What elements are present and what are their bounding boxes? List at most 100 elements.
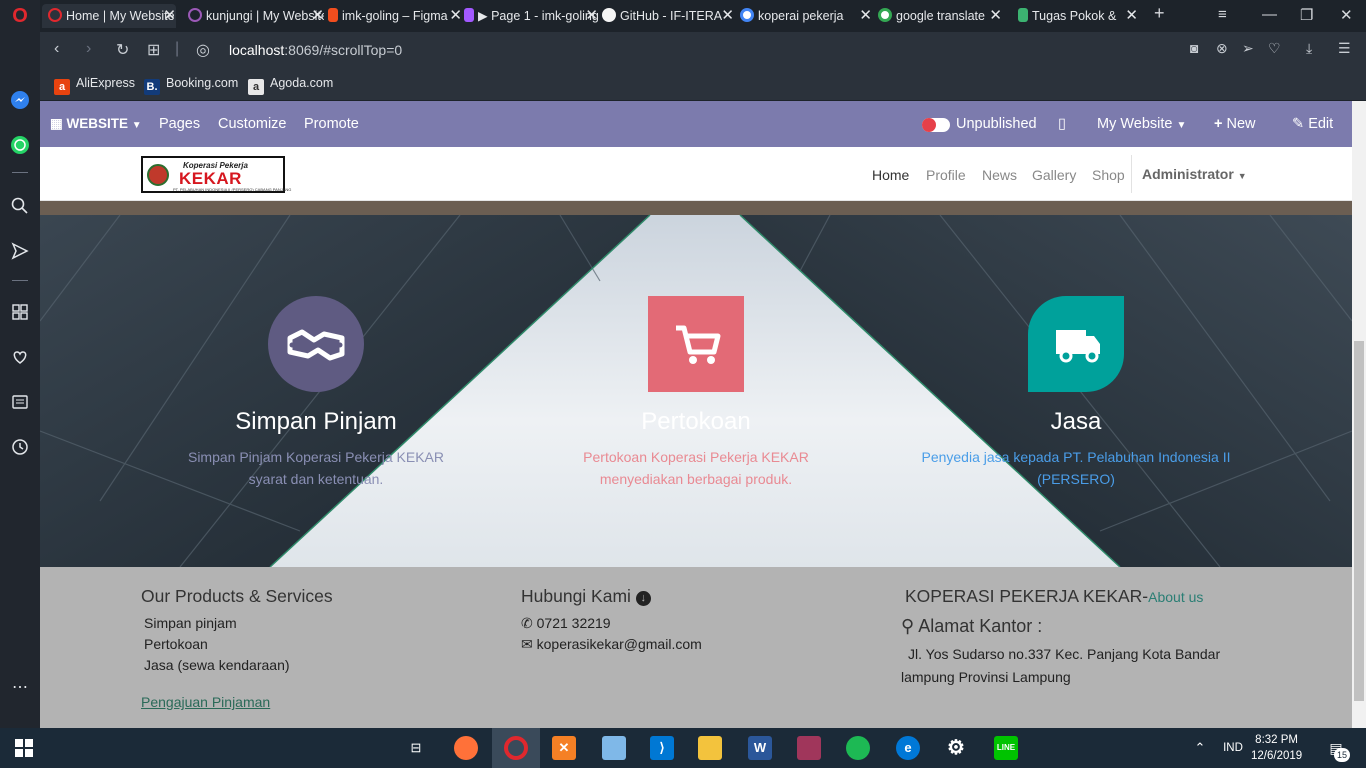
maximize-icon[interactable]: ❐ <box>1300 6 1313 24</box>
language-indicator[interactable]: IND <box>1218 736 1248 760</box>
caret-down-icon: ▼ <box>131 120 142 131</box>
caret-down-icon: ▼ <box>1176 120 1187 131</box>
file-explorer-icon[interactable] <box>698 736 722 760</box>
opera-taskbar-icon[interactable] <box>504 736 528 760</box>
winrar-icon[interactable] <box>797 736 821 760</box>
edit-button[interactable]: ✎ Edit <box>1292 116 1333 132</box>
bookmark-heart-icon[interactable]: ♡ <box>1268 40 1281 57</box>
download-icon[interactable]: ⤓ <box>1306 40 1312 57</box>
publish-status[interactable]: Unpublished <box>956 116 1037 132</box>
messenger-icon[interactable] <box>10 90 30 110</box>
browser-sidebar: O ⋯ <box>0 0 40 728</box>
close-icon[interactable]: ✕ <box>449 4 462 28</box>
tab-menu-icon[interactable]: ≡ <box>1218 6 1227 23</box>
close-icon[interactable]: ✕ <box>585 4 598 28</box>
window-close-icon[interactable]: ✕ <box>1340 6 1353 24</box>
mobile-preview-icon[interactable]: ▯ <box>1058 116 1066 132</box>
office-heading: ⚲ Alamat Kantor : <box>901 616 1043 636</box>
send-page-icon[interactable]: ➢ <box>1242 40 1254 57</box>
website-menu[interactable]: ▦ WEBSITE ▼ <box>50 116 142 132</box>
snapshot-icon[interactable]: ◙ <box>1190 40 1198 56</box>
tab-tugas[interactable]: Tugas Pokok & ✕ <box>1018 4 1138 28</box>
admin-menu[interactable]: Administrator ▼ <box>1131 155 1247 193</box>
office-address-line: lampung Provinsi Lampung <box>901 669 1071 685</box>
tab-google-translate[interactable]: google translate ✕ <box>878 4 1002 28</box>
whatsapp-icon[interactable] <box>10 135 30 155</box>
close-icon[interactable]: ✕ <box>163 4 176 28</box>
pages-menu[interactable]: Pages <box>159 116 200 132</box>
publish-toggle[interactable] <box>922 118 950 132</box>
about-us-link[interactable]: About us <box>1148 589 1203 605</box>
phone-icon: ✆ <box>521 615 533 631</box>
settings-gear-icon[interactable]: ⚙ <box>944 736 968 760</box>
truck-icon <box>1028 296 1124 392</box>
shopping-cart-icon <box>648 296 744 392</box>
github-favicon-icon <box>602 8 616 22</box>
new-button[interactable]: + New <box>1214 116 1256 132</box>
bookmark-booking[interactable]: B. Booking.com <box>144 76 238 95</box>
word-icon[interactable]: W <box>748 736 772 760</box>
close-icon[interactable]: ✕ <box>989 4 1002 28</box>
new-tab-button[interactable]: + <box>1154 3 1165 24</box>
vscode-icon[interactable]: ⟩ <box>650 736 674 760</box>
opera-logo-icon[interactable]: O <box>10 6 30 26</box>
firefox-icon[interactable] <box>454 736 478 760</box>
bookmark-aliexpress[interactable]: a AliExpress <box>54 76 135 95</box>
news-icon[interactable] <box>10 392 30 412</box>
tab-github[interactable]: GitHub - IF-ITERA ✕ <box>602 4 734 28</box>
tab-figma-page[interactable]: ▶ Page 1 - imk-goling ✕ <box>464 4 598 28</box>
tab-figma[interactable]: imk-goling – Figma ✕ <box>328 4 462 28</box>
adblock-icon[interactable]: ⊗ <box>1216 40 1228 57</box>
minimize-icon[interactable]: — <box>1262 6 1277 23</box>
apps-grid-icon: ▦ <box>50 116 67 131</box>
contact-phone: ✆ 0721 32219 <box>521 615 611 631</box>
reload-icon[interactable]: ↻ <box>116 40 129 60</box>
speed-dial-icon[interactable] <box>10 302 30 322</box>
close-icon[interactable]: ✕ <box>721 4 734 28</box>
loan-application-link[interactable]: Pengajuan Pinjaman <box>141 694 270 710</box>
site-selector[interactable]: My Website ▼ <box>1097 116 1186 132</box>
more-icon[interactable]: ⋯ <box>10 678 30 698</box>
tray-chevron-up-icon[interactable]: ⌃ <box>1188 736 1212 760</box>
nav-home[interactable]: Home <box>872 167 909 183</box>
search-icon[interactable] <box>10 196 30 216</box>
bookmark-agoda[interactable]: a Agoda.com <box>248 76 333 95</box>
site-header: Koperasi Pekerja KEKAR PT. PELABUHAN IND… <box>40 147 1352 201</box>
url-field[interactable]: localhost:8069/#scrollTop=0 <box>229 42 402 58</box>
nav-gallery[interactable]: Gallery <box>1032 167 1076 183</box>
virtualbox-icon[interactable] <box>602 736 626 760</box>
xampp-icon[interactable]: ✕ <box>552 736 576 760</box>
services-section: Simpan Pinjam Simpan Pinjam Koperasi Pek… <box>40 201 1352 567</box>
edge-icon[interactable]: e <box>896 736 920 760</box>
scrollbar-thumb[interactable] <box>1354 341 1364 701</box>
promote-menu[interactable]: Promote <box>304 116 359 132</box>
line-app-icon[interactable]: LINE <box>994 736 1018 760</box>
close-icon[interactable]: ✕ <box>311 4 324 28</box>
history-icon[interactable] <box>10 437 30 457</box>
tab-kunjungi[interactable]: kunjungi | My Website ✕ <box>186 4 324 28</box>
figma-favicon-icon <box>464 8 474 22</box>
nav-news[interactable]: News <box>982 167 1017 183</box>
handshake-icon <box>268 296 364 392</box>
back-icon[interactable]: ‹ <box>54 40 59 58</box>
spotify-icon[interactable] <box>846 736 870 760</box>
easy-setup-icon[interactable]: ☰ <box>1338 40 1351 57</box>
site-favicon-icon <box>1018 8 1028 22</box>
globe-icon: ◎ <box>196 42 210 59</box>
task-view-icon[interactable]: ⊟ <box>404 736 428 760</box>
page-scrollbar[interactable] <box>1352 101 1366 728</box>
tab-home[interactable]: Home | My Website ✕ <box>42 4 176 28</box>
windows-start-icon[interactable] <box>12 736 36 760</box>
close-icon[interactable]: ✕ <box>859 4 872 28</box>
tab-google-koperasi[interactable]: koperai pekerja ✕ <box>740 4 872 28</box>
system-clock[interactable]: 8:32 PM 12/6/2019 <box>1251 732 1302 764</box>
send-icon[interactable] <box>10 241 30 261</box>
customize-menu[interactable]: Customize <box>218 116 287 132</box>
tabs-grid-icon[interactable]: ⊞ <box>147 40 160 60</box>
forward-icon[interactable]: › <box>86 40 91 58</box>
nav-shop[interactable]: Shop <box>1092 167 1125 183</box>
site-logo[interactable]: Koperasi Pekerja KEKAR PT. PELABUHAN IND… <box>141 156 291 193</box>
close-icon[interactable]: ✕ <box>1125 4 1138 28</box>
nav-profile[interactable]: Profile <box>926 167 966 183</box>
heart-icon[interactable] <box>10 347 30 367</box>
